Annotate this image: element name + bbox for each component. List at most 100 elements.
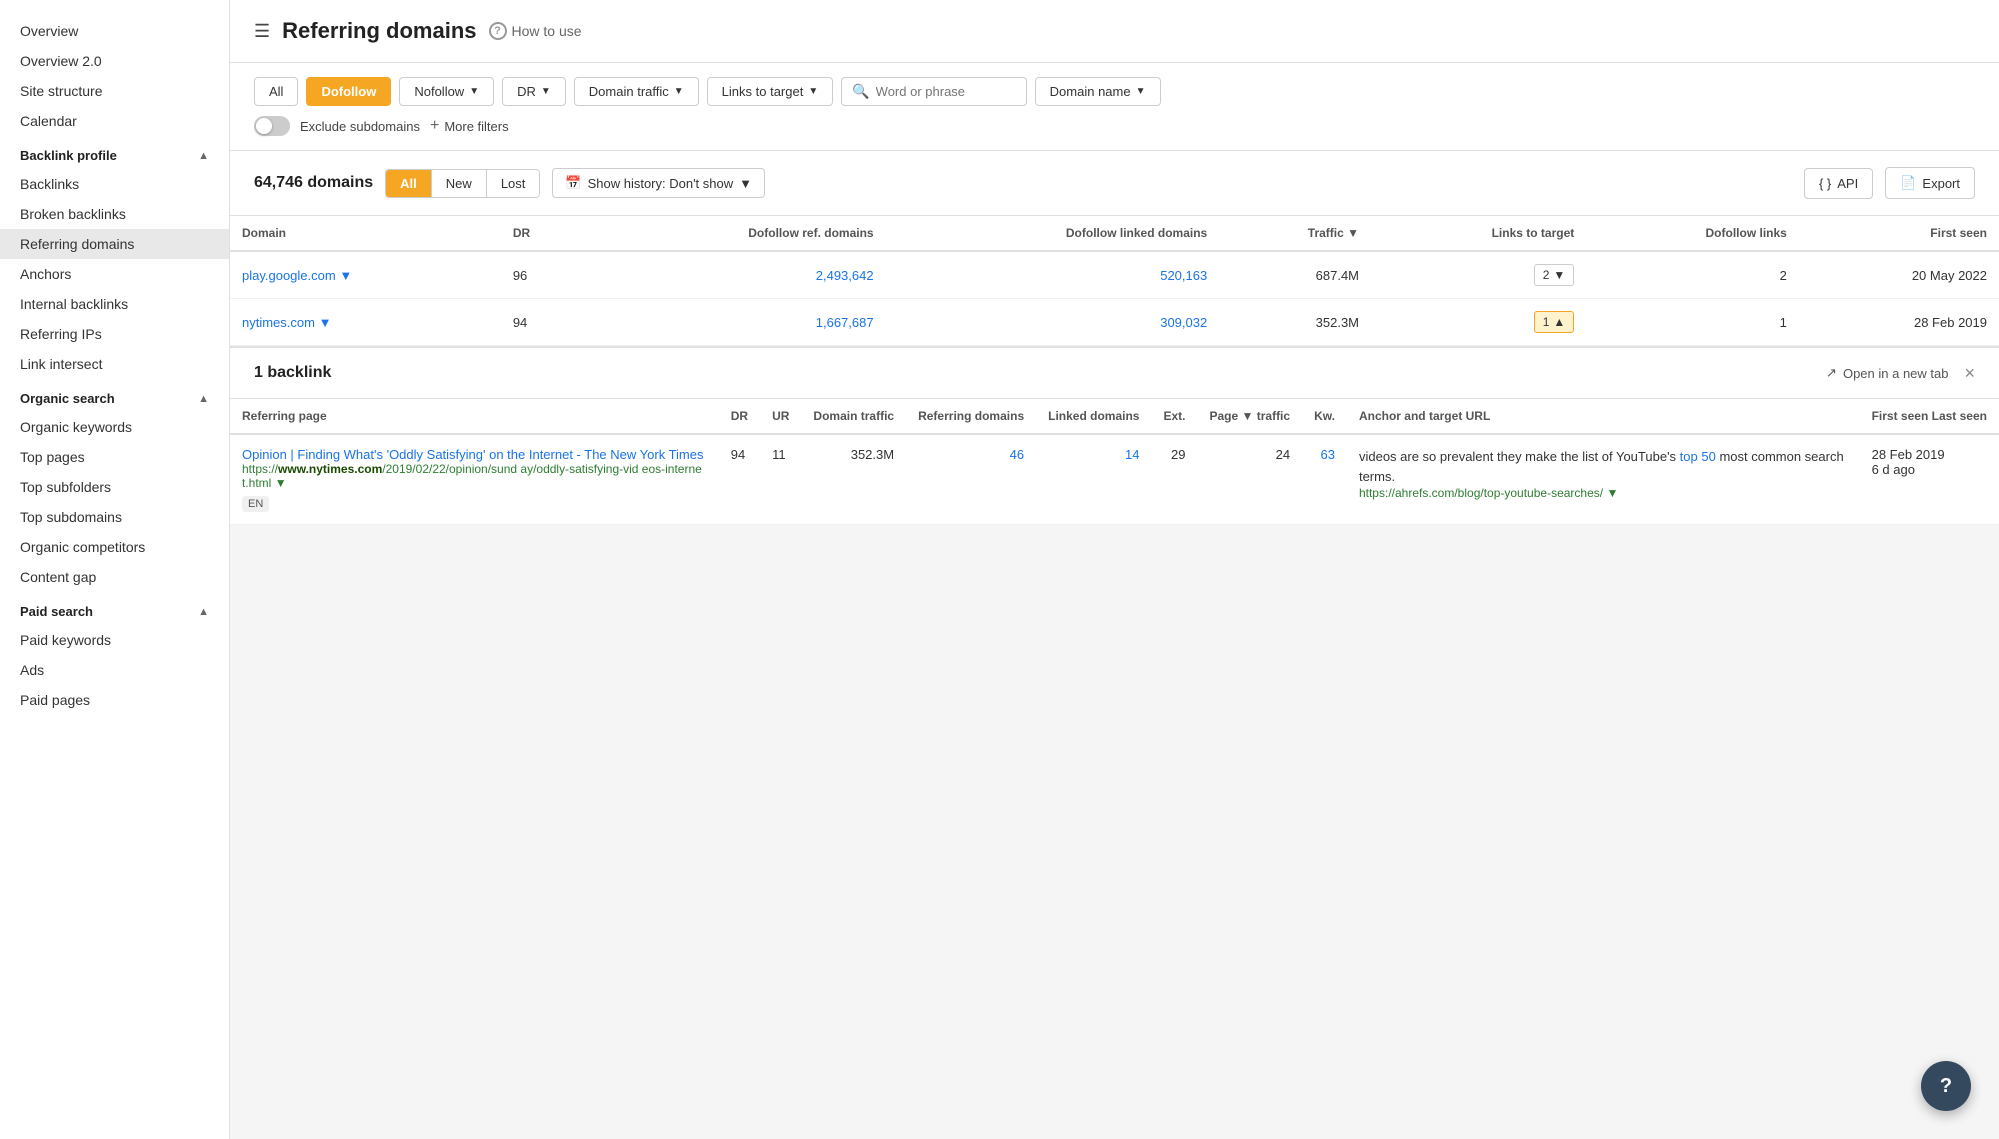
inner-col-kw[interactable]: Kw. bbox=[1302, 399, 1347, 434]
filter-dr-button[interactable]: DR ▼ bbox=[502, 77, 566, 106]
tab-new[interactable]: New bbox=[432, 170, 487, 197]
row-dofollow-links: 1 bbox=[1586, 299, 1799, 346]
sidebar-item-organic-competitors[interactable]: Organic competitors bbox=[0, 532, 229, 562]
kw-link[interactable]: 63 bbox=[1321, 447, 1335, 462]
dofollow-ref-link[interactable]: 1,667,687 bbox=[816, 315, 874, 330]
sidebar-item-organic-keywords[interactable]: Organic keywords bbox=[0, 412, 229, 442]
nofollow-label: Nofollow bbox=[414, 84, 464, 99]
open-tab-button[interactable]: ↗ Open in a new tab bbox=[1826, 365, 1948, 381]
col-dr[interactable]: DR bbox=[501, 216, 584, 251]
domain-link[interactable]: play.google.com ▼ bbox=[242, 268, 352, 283]
referring-domains-link[interactable]: 46 bbox=[1010, 447, 1024, 462]
history-button[interactable]: 📅 Show history: Don't show ▼ bbox=[552, 168, 765, 198]
sidebar-item-top-subdomains[interactable]: Top subdomains bbox=[0, 502, 229, 532]
sidebar-section-paid-search[interactable]: Paid search ▲ bbox=[0, 592, 229, 625]
target-url-link[interactable]: https://ahrefs.com/blog/top-youtube-sear… bbox=[1359, 486, 1603, 500]
sidebar-item-referring-domains[interactable]: Referring domains bbox=[0, 229, 229, 259]
help-link[interactable]: ? How to use bbox=[489, 22, 582, 40]
anchor-text: videos are so prevalent they make the li… bbox=[1359, 447, 1848, 486]
inner-col-referring-page[interactable]: Referring page bbox=[230, 399, 719, 434]
inner-col-dr[interactable]: DR bbox=[719, 399, 760, 434]
more-filters-button[interactable]: + More filters bbox=[430, 117, 509, 135]
tab-all[interactable]: All bbox=[386, 170, 432, 197]
anchor-link[interactable]: top 50 bbox=[1680, 449, 1716, 464]
inner-col-page-traffic[interactable]: Page ▼ traffic bbox=[1198, 399, 1303, 434]
filter-dofollow-button[interactable]: Dofollow bbox=[306, 77, 391, 106]
target-url[interactable]: https://ahrefs.com/blog/top-youtube-sear… bbox=[1359, 486, 1848, 500]
chevron-down-icon: ▼ bbox=[275, 476, 287, 490]
dofollow-linked-link[interactable]: 520,163 bbox=[1160, 268, 1207, 283]
page-title: Referring domains bbox=[282, 18, 476, 44]
tab-lost[interactable]: Lost bbox=[487, 170, 540, 197]
expanded-panel-header: 1 backlink ↗ Open in a new tab × bbox=[230, 348, 1999, 399]
sidebar-item-site-structure[interactable]: Site structure bbox=[0, 76, 229, 106]
domain-link[interactable]: nytimes.com ▼ bbox=[242, 315, 331, 330]
links-to-target-badge[interactable]: 1 ▲ bbox=[1534, 311, 1575, 333]
inner-row-ext: 29 bbox=[1151, 434, 1197, 525]
search-icon: 🔍 bbox=[852, 83, 869, 100]
sidebar-section-backlink-profile[interactable]: Backlink profile ▲ bbox=[0, 136, 229, 169]
chevron-down-icon: ▼ bbox=[1553, 268, 1565, 282]
api-button[interactable]: { } API bbox=[1804, 168, 1873, 199]
sidebar-item-top-pages[interactable]: Top pages bbox=[0, 442, 229, 472]
exclude-subdomains-toggle[interactable] bbox=[254, 116, 290, 136]
col-domain[interactable]: Domain bbox=[230, 216, 501, 251]
filter-all-button[interactable]: All bbox=[254, 77, 298, 106]
domain-traffic-label: Domain traffic bbox=[589, 84, 669, 99]
row-first-seen: 28 Feb 2019 bbox=[1799, 299, 1999, 346]
inner-col-ur[interactable]: UR bbox=[760, 399, 801, 434]
inner-col-referring-domains[interactable]: Referring domains bbox=[906, 399, 1036, 434]
export-button[interactable]: 📄 Export bbox=[1885, 167, 1975, 199]
main-content: ☰ Referring domains ? How to use All Dof… bbox=[230, 0, 1999, 1139]
help-fab[interactable]: ? bbox=[1921, 1061, 1971, 1111]
col-dofollow-ref[interactable]: Dofollow ref. domains bbox=[584, 216, 885, 251]
filter-links-to-target-button[interactable]: Links to target ▼ bbox=[707, 77, 834, 106]
referring-page-url[interactable]: https://www.nytimes.com/2019/02/22/opini… bbox=[242, 462, 707, 490]
col-traffic[interactable]: Traffic ▼ bbox=[1219, 216, 1371, 251]
sidebar-section-label: Backlink profile bbox=[20, 148, 117, 163]
sidebar-section-organic-search[interactable]: Organic search ▲ bbox=[0, 379, 229, 412]
sidebar-item-calendar[interactable]: Calendar bbox=[0, 106, 229, 136]
sidebar-item-content-gap[interactable]: Content gap bbox=[0, 562, 229, 592]
lang-badge: EN bbox=[242, 496, 269, 512]
filter-domain-name-button[interactable]: Domain name ▼ bbox=[1035, 77, 1161, 106]
inner-row-anchor-target: videos are so prevalent they make the li… bbox=[1347, 434, 1860, 525]
table-row: play.google.com ▼ 96 2,493,642 520,163 6… bbox=[230, 251, 1999, 299]
sidebar-item-internal-backlinks[interactable]: Internal backlinks bbox=[0, 289, 229, 319]
sidebar-item-overview[interactable]: Overview bbox=[0, 16, 229, 46]
col-dofollow-links[interactable]: Dofollow links bbox=[1586, 216, 1799, 251]
col-links-to-target[interactable]: Links to target bbox=[1371, 216, 1586, 251]
filter-domain-traffic-button[interactable]: Domain traffic ▼ bbox=[574, 77, 699, 106]
filter-row-2: Exclude subdomains + More filters bbox=[254, 116, 1975, 136]
chevron-down-icon: ▼ bbox=[319, 315, 332, 330]
referring-page-title[interactable]: Opinion | Finding What's 'Oddly Satisfyi… bbox=[242, 447, 707, 462]
search-box[interactable]: 🔍 bbox=[841, 77, 1026, 106]
sidebar-item-overview2[interactable]: Overview 2.0 bbox=[0, 46, 229, 76]
sidebar-item-backlinks[interactable]: Backlinks bbox=[0, 169, 229, 199]
sidebar-item-referring-ips[interactable]: Referring IPs bbox=[0, 319, 229, 349]
sidebar-item-paid-pages[interactable]: Paid pages bbox=[0, 685, 229, 715]
inner-col-first-last-seen[interactable]: First seen Last seen bbox=[1860, 399, 1999, 434]
dofollow-ref-link[interactable]: 2,493,642 bbox=[816, 268, 874, 283]
hamburger-icon[interactable]: ☰ bbox=[254, 21, 270, 42]
sidebar-item-broken-backlinks[interactable]: Broken backlinks bbox=[0, 199, 229, 229]
linked-domains-link[interactable]: 14 bbox=[1125, 447, 1139, 462]
inner-col-domain-traffic[interactable]: Domain traffic bbox=[801, 399, 906, 434]
dofollow-linked-link[interactable]: 309,032 bbox=[1160, 315, 1207, 330]
sidebar-item-anchors[interactable]: Anchors bbox=[0, 259, 229, 289]
sidebar-item-ads[interactable]: Ads bbox=[0, 655, 229, 685]
inner-row-first-last-seen: 28 Feb 2019 6 d ago bbox=[1860, 434, 1999, 525]
inner-col-anchor-target[interactable]: Anchor and target URL bbox=[1347, 399, 1860, 434]
close-button[interactable]: × bbox=[1964, 364, 1975, 382]
inner-col-linked-domains[interactable]: Linked domains bbox=[1036, 399, 1151, 434]
sidebar: Overview Overview 2.0 Site structure Cal… bbox=[0, 0, 230, 1139]
col-first-seen[interactable]: First seen bbox=[1799, 216, 1999, 251]
inner-col-ext[interactable]: Ext. bbox=[1151, 399, 1197, 434]
sidebar-item-top-subfolders[interactable]: Top subfolders bbox=[0, 472, 229, 502]
col-dofollow-linked[interactable]: Dofollow linked domains bbox=[886, 216, 1220, 251]
sidebar-item-link-intersect[interactable]: Link intersect bbox=[0, 349, 229, 379]
sidebar-item-paid-keywords[interactable]: Paid keywords bbox=[0, 625, 229, 655]
search-input[interactable] bbox=[876, 84, 1016, 99]
links-to-target-badge[interactable]: 2 ▼ bbox=[1534, 264, 1575, 286]
filter-nofollow-button[interactable]: Nofollow ▼ bbox=[399, 77, 494, 106]
